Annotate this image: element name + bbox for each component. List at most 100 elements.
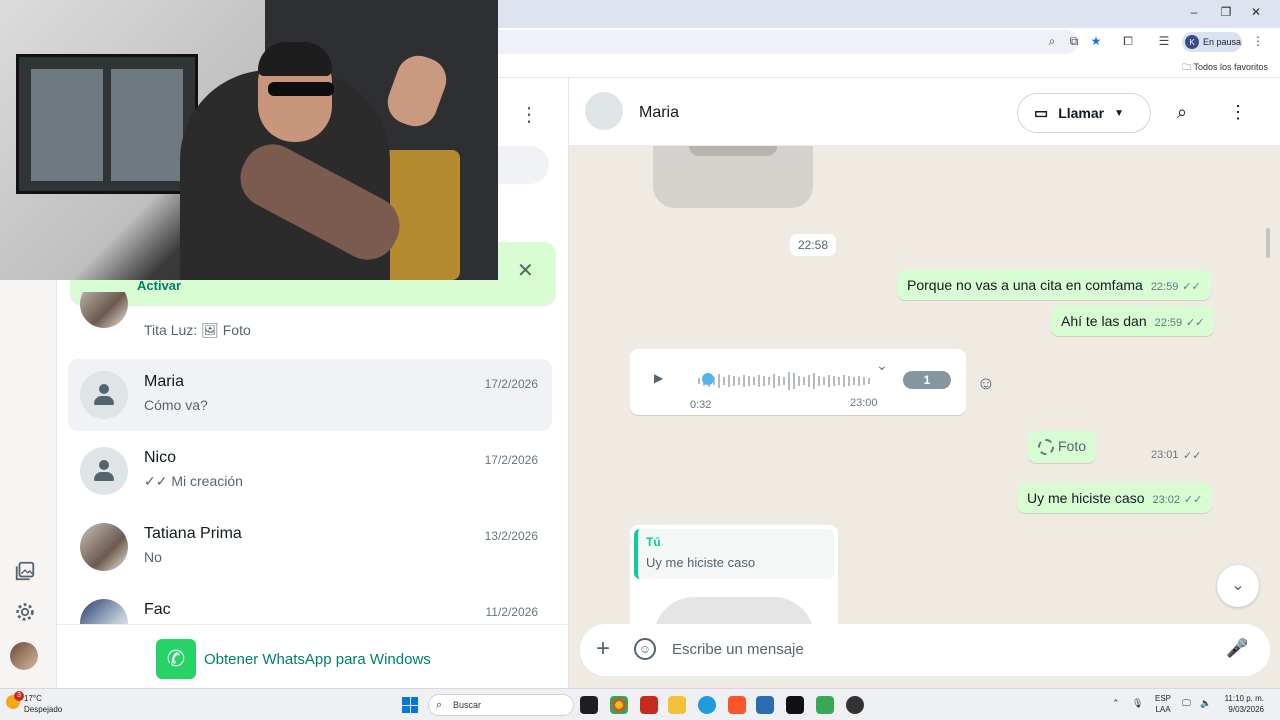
- double-check-icon: ✓✓: [1186, 317, 1205, 329]
- chevron-up-icon[interactable]: ⌃: [1112, 698, 1120, 709]
- get-app-link[interactable]: Obtener WhatsApp para Windows: [204, 651, 431, 668]
- zoom-icon[interactable]: ⌕: [1044, 34, 1060, 49]
- chat-list-item[interactable]: Tita Luz: 🖼 Foto: [68, 292, 552, 348]
- profile-button[interactable]: K En pausa: [1182, 32, 1242, 52]
- settings-gear-icon[interactable]: [14, 601, 36, 623]
- chat-name: Fac: [144, 601, 171, 618]
- outgoing-message[interactable]: Foto 23:01 ✓✓: [1028, 431, 1201, 463]
- default-avatar-icon: [80, 371, 128, 419]
- browser-menu-icon[interactable]: ⋮: [1250, 34, 1266, 48]
- chat-name: Nico: [144, 449, 177, 466]
- restore-button[interactable]: ❐: [1216, 5, 1236, 19]
- profile-status: En pausa: [1203, 37, 1242, 47]
- activate-notifications-link[interactable]: Activar: [137, 278, 181, 293]
- photo-icon: 🖼: [201, 322, 219, 338]
- language-indicator[interactable]: ESP LAA: [1154, 693, 1172, 715]
- all-bookmarks-folder[interactable]: 🗀 Todos los favoritos: [1182, 60, 1268, 76]
- message-input[interactable]: Escribe un mensaje: [672, 641, 804, 658]
- app-icon[interactable]: [846, 696, 864, 714]
- preview-text: Mi creación: [171, 473, 243, 489]
- brave-icon[interactable]: [728, 696, 746, 714]
- edge-icon[interactable]: [698, 696, 716, 714]
- install-app-icon[interactable]: ⧉: [1066, 34, 1082, 49]
- network-icon[interactable]: 🖵: [1182, 698, 1191, 709]
- message-time: 22:59: [1150, 281, 1179, 293]
- contact-name[interactable]: Maria: [639, 104, 679, 122]
- message-text: Uy me hiciste caso: [1027, 490, 1145, 506]
- double-check-icon: ✓✓: [1183, 450, 1202, 462]
- file-explorer-icon[interactable]: [668, 696, 686, 714]
- voice-message[interactable]: ▶ ⌄ 1 0:32 23:00: [630, 349, 966, 415]
- emoji-reaction-icon[interactable]: ☺: [974, 371, 998, 395]
- menu-icon[interactable]: ⋮: [519, 102, 539, 127]
- chat-date: 11/2/2026: [485, 605, 539, 619]
- message-text: Foto: [1058, 438, 1087, 454]
- chrome-icon[interactable]: [610, 696, 628, 714]
- weather-desc: Despejado: [24, 705, 63, 714]
- message-text: Ahí te las dan: [1061, 313, 1147, 329]
- attach-plus-icon[interactable]: +: [596, 636, 610, 662]
- close-icon[interactable]: ✕: [517, 258, 534, 283]
- quoted-message[interactable]: Tú Uy me hiciste caso: [634, 529, 834, 579]
- system-clock[interactable]: 11:10 p. m. 9/03/2026: [1218, 693, 1264, 715]
- chevron-down-icon: ▼: [1114, 107, 1125, 119]
- browser-titlebar: – ❐ ✕: [498, 0, 1280, 28]
- preview-text: Foto: [222, 322, 251, 338]
- keyboard-layout: LAA: [1155, 705, 1171, 714]
- tradingview-icon[interactable]: [786, 696, 804, 714]
- playback-speed-button[interactable]: 1: [903, 371, 951, 389]
- bookmark-star-icon[interactable]: ★: [1088, 34, 1104, 48]
- room-window-image: [16, 54, 198, 194]
- microphone-tray-icon[interactable]: 🎙: [1132, 698, 1143, 709]
- conversation-pane: 22:58 Porque no vas a una cita en comfam…: [569, 78, 1280, 688]
- weather-widget[interactable]: 3 17°C Despejado: [4, 691, 63, 715]
- windows-start-icon[interactable]: [402, 697, 418, 713]
- sticker-emoji-icon[interactable]: ☺: [634, 638, 656, 660]
- image-message[interactable]: [653, 144, 813, 208]
- audio-waveform[interactable]: [698, 371, 874, 391]
- media-gallery-icon[interactable]: [14, 560, 36, 582]
- taskbar-search-box[interactable]: ⌕ Buscar: [428, 694, 574, 716]
- menu-icon[interactable]: ⋮: [1229, 102, 1247, 123]
- double-check-icon: ✓✓: [1182, 281, 1201, 293]
- chat-list-item[interactable]: Maria 17/2/2026 Cómo va?: [68, 359, 552, 431]
- store-icon[interactable]: [756, 696, 774, 714]
- scroll-down-button[interactable]: ⌄: [1217, 565, 1259, 607]
- task-view-icon[interactable]: [580, 696, 598, 714]
- scrollbar[interactable]: [1266, 228, 1270, 258]
- chat-preview: Cómo va?: [144, 397, 208, 413]
- address-bar[interactable]: [498, 30, 1078, 54]
- notification-badge: 3: [14, 691, 24, 701]
- chevron-down-icon[interactable]: ⌄: [876, 357, 888, 374]
- search-chats-input[interactable]: [497, 146, 549, 184]
- close-window-button[interactable]: ✕: [1246, 5, 1266, 19]
- chat-list-item[interactable]: Tatiana Prima 13/2/2026 No: [68, 511, 552, 583]
- call-button[interactable]: ▭ Llamar ▼: [1017, 93, 1151, 133]
- outgoing-message[interactable]: Uy me hiciste caso 23:02 ✓✓: [1017, 483, 1213, 513]
- time-divider: 22:58: [790, 234, 837, 256]
- media-player-icon[interactable]: [640, 696, 658, 714]
- message-composer: + ☺ Escribe un mensaje 🎤: [580, 624, 1270, 676]
- outgoing-message[interactable]: Porque no vas a una cita en comfama 22:59…: [897, 270, 1211, 300]
- get-app-banner[interactable]: ✆ Obtener WhatsApp para Windows: [57, 624, 568, 688]
- user-profile-avatar[interactable]: [10, 642, 38, 670]
- drive-icon[interactable]: [816, 696, 834, 714]
- default-avatar-icon: [80, 447, 128, 495]
- volume-icon[interactable]: 🔈: [1200, 698, 1211, 709]
- chat-list-item[interactable]: Nico 17/2/2026 ✓✓ Mi creación: [68, 435, 552, 507]
- microphone-icon[interactable]: 🎤: [1226, 638, 1248, 659]
- conversation-header: Maria ▭ Llamar ▼ ⌕ ⋮: [569, 78, 1280, 146]
- message-time: 22:59: [1154, 317, 1183, 329]
- call-label: Llamar: [1058, 105, 1105, 121]
- play-icon[interactable]: ▶: [654, 371, 663, 385]
- minimize-button[interactable]: –: [1184, 5, 1204, 19]
- default-avatar-icon[interactable]: [585, 92, 623, 130]
- message-time: 23:01: [1151, 449, 1179, 461]
- extensions-icon[interactable]: ⧠: [1120, 34, 1136, 49]
- chat-list-item[interactable]: Fac 11/2/2026: [68, 587, 552, 624]
- all-bookmarks-label: Todos los favoritos: [1193, 62, 1268, 72]
- outgoing-message[interactable]: Ahí te las dan 22:59 ✓✓: [1051, 306, 1215, 336]
- reading-list-icon[interactable]: ☰: [1156, 34, 1172, 48]
- search-icon[interactable]: ⌕: [1177, 102, 1187, 123]
- playback-position-handle[interactable]: [702, 373, 714, 385]
